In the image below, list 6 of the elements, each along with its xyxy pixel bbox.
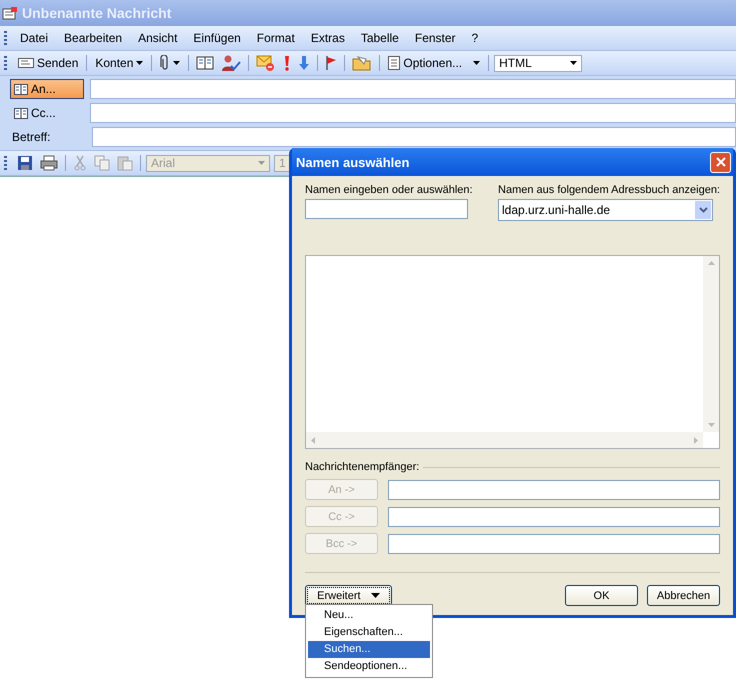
- window-title: Unbenannte Nachricht: [22, 5, 172, 21]
- name-label: Namen eingeben oder auswählen:: [305, 184, 473, 196]
- address-book-label: Namen aus folgendem Adressbuch anzeigen:: [498, 184, 720, 196]
- subject-label: Betreff:: [11, 130, 52, 144]
- dialog-title: Namen auswählen: [296, 154, 410, 170]
- recipients-label: Nachrichtenempfänger:: [305, 461, 420, 473]
